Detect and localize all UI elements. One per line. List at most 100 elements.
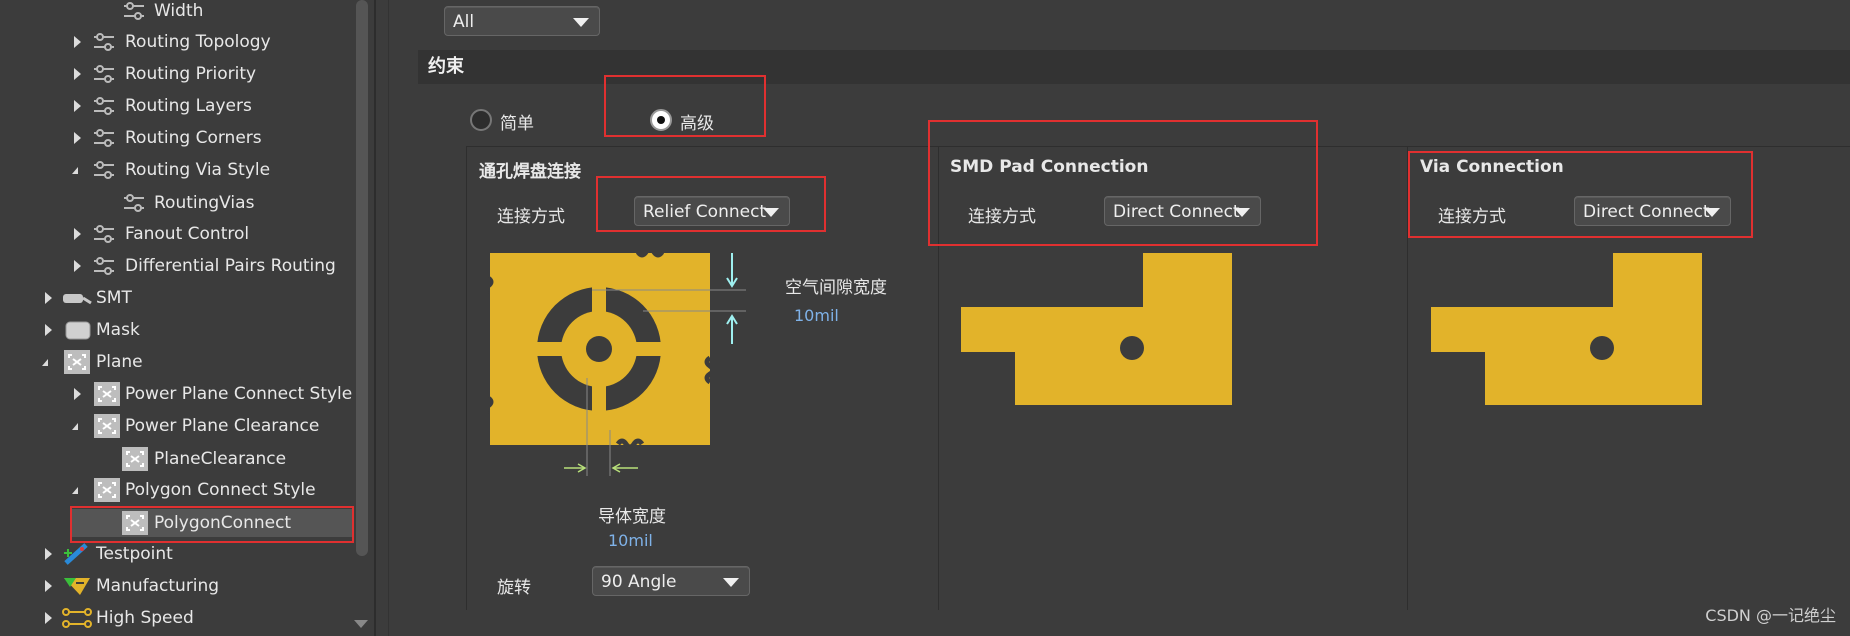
expand-arrow-icon[interactable] <box>74 100 81 112</box>
through-hole-title: 通孔焊盘连接 <box>479 162 581 182</box>
tree-item-mask[interactable]: Mask <box>0 316 350 344</box>
plane-icon <box>64 350 90 374</box>
panel-divider <box>466 146 467 610</box>
plane-icon <box>94 414 120 438</box>
rule-icon <box>94 225 114 243</box>
manufacturing-icon <box>64 578 90 595</box>
tree-item-label: Routing Via Style <box>125 160 271 180</box>
expand-arrow-icon[interactable] <box>74 132 81 144</box>
tree-item-manufacturing[interactable]: Manufacturing <box>0 572 350 600</box>
tree-item-power-plane-connect-style[interactable]: Power Plane Connect Style <box>0 380 353 408</box>
tree-item-label: Testpoint <box>96 544 173 564</box>
expand-arrow-icon[interactable] <box>45 580 52 592</box>
through-hole-connect-label: 连接方式 <box>497 207 565 227</box>
tree-item-planeclearance[interactable]: PlaneClearance <box>0 445 350 473</box>
tree-item-label: Polygon Connect Style <box>125 480 316 500</box>
filter-dropdown[interactable]: All <box>444 6 600 36</box>
tree-item-fanout-control[interactable]: Fanout Control <box>0 220 350 248</box>
tree-item-polygon-connect-style[interactable]: Polygon Connect Style <box>0 476 350 504</box>
tree-item-label: Width <box>154 1 204 21</box>
tree-item-label: Plane <box>96 352 143 372</box>
tree-item-label: Power Plane Clearance <box>125 416 320 436</box>
tree-item-plane[interactable]: Plane <box>0 348 350 376</box>
conductor-width-label: 导体宽度 <box>598 507 666 527</box>
expand-arrow-icon[interactable] <box>74 36 81 48</box>
rule-icon <box>124 194 144 212</box>
rotation-dropdown[interactable]: 90 Angle <box>592 566 750 596</box>
highlight-box <box>604 75 766 137</box>
tree-scrollbar[interactable] <box>356 0 368 556</box>
air-gap-label: 空气间隙宽度 <box>785 278 887 298</box>
tree-item-testpoint[interactable]: Testpoint <box>0 540 350 568</box>
rule-icon <box>94 97 114 115</box>
smt-icon <box>63 294 92 305</box>
tree-item-label: High Speed <box>96 608 194 628</box>
scroll-down-icon[interactable] <box>354 620 368 628</box>
tree-item-label: Routing Topology <box>125 32 271 52</box>
conductor-width-value[interactable]: 10mil <box>608 531 653 550</box>
expand-arrow-icon[interactable] <box>45 324 52 336</box>
tree-item-routing-priority[interactable]: Routing Priority <box>0 60 350 88</box>
rotation-label: 旋转 <box>497 578 531 598</box>
tree-item-label: Mask <box>96 320 140 340</box>
rules-tree: Width Routing Topology Routing Priority … <box>0 0 372 636</box>
mask-icon <box>65 321 91 340</box>
rule-icon <box>94 161 114 179</box>
tree-item-label: Routing Priority <box>125 64 257 84</box>
rule-icon <box>124 2 144 20</box>
tree-item-label: PlaneClearance <box>154 449 287 469</box>
relief-connect-diagram <box>488 248 746 476</box>
expand-arrow-icon[interactable] <box>45 612 52 624</box>
tree-item-width[interactable]: Width <box>0 0 350 25</box>
highlight-box <box>928 120 1318 246</box>
tree-item-label: Routing Layers <box>125 96 252 116</box>
chevron-down-icon <box>573 18 589 27</box>
rule-icon <box>94 129 114 147</box>
tree-item-routing-layers[interactable]: Routing Layers <box>0 92 350 120</box>
collapse-arrow-icon[interactable] <box>72 487 78 494</box>
rule-icon <box>94 33 114 51</box>
watermark: CSDN @一记绝尘 <box>1705 606 1836 625</box>
tree-item-smt[interactable]: SMT <box>0 284 350 312</box>
rule-icon <box>94 65 114 83</box>
tree-item-label: Manufacturing <box>96 576 220 596</box>
rotation-value: 90 Angle <box>601 572 677 592</box>
via-direct-connect-diagram <box>1431 253 1702 405</box>
highlight-box <box>70 506 354 543</box>
highspeed-icon <box>62 608 92 628</box>
tree-item-differential-pairs-routing[interactable]: Differential Pairs Routing <box>0 252 350 280</box>
tree-item-label: Fanout Control <box>125 224 250 244</box>
expand-arrow-icon[interactable] <box>74 260 81 272</box>
tree-item-label: Routing Corners <box>125 128 262 148</box>
testpoint-icon <box>64 543 88 565</box>
splitter[interactable] <box>374 0 376 636</box>
tree-item-power-plane-clearance[interactable]: Power Plane Clearance <box>0 412 350 440</box>
tree-item-label: Power Plane Connect Style <box>125 384 353 404</box>
filter-value: All <box>453 12 475 32</box>
plane-icon <box>94 382 120 406</box>
plane-icon <box>94 478 120 502</box>
expand-arrow-icon[interactable] <box>45 548 52 560</box>
tree-item-routing-corners[interactable]: Routing Corners <box>0 124 350 152</box>
tree-item-label: SMT <box>96 288 132 308</box>
tree-item-routing-via-style[interactable]: Routing Via Style <box>0 156 350 184</box>
radio-simple[interactable] <box>470 109 492 131</box>
expand-arrow-icon[interactable] <box>45 292 52 304</box>
tree-item-routingvias[interactable]: RoutingVias <box>0 189 350 217</box>
divider <box>388 0 389 636</box>
chevron-down-icon <box>723 578 739 587</box>
collapse-arrow-icon[interactable] <box>42 359 48 366</box>
tree-item-high-speed[interactable]: High Speed <box>0 604 350 632</box>
highlight-box <box>1408 151 1753 238</box>
collapse-arrow-icon[interactable] <box>72 423 78 430</box>
constraints-title: 约束 <box>428 56 464 77</box>
tree-item-routing-topology[interactable]: Routing Topology <box>0 28 350 56</box>
radio-simple-label: 简单 <box>500 114 534 134</box>
expand-arrow-icon[interactable] <box>74 228 81 240</box>
tree-item-label: Differential Pairs Routing <box>125 256 336 276</box>
collapse-arrow-icon[interactable] <box>72 167 78 174</box>
air-gap-value[interactable]: 10mil <box>794 306 839 325</box>
plane-icon <box>122 447 148 471</box>
expand-arrow-icon[interactable] <box>74 388 81 400</box>
expand-arrow-icon[interactable] <box>74 68 81 80</box>
